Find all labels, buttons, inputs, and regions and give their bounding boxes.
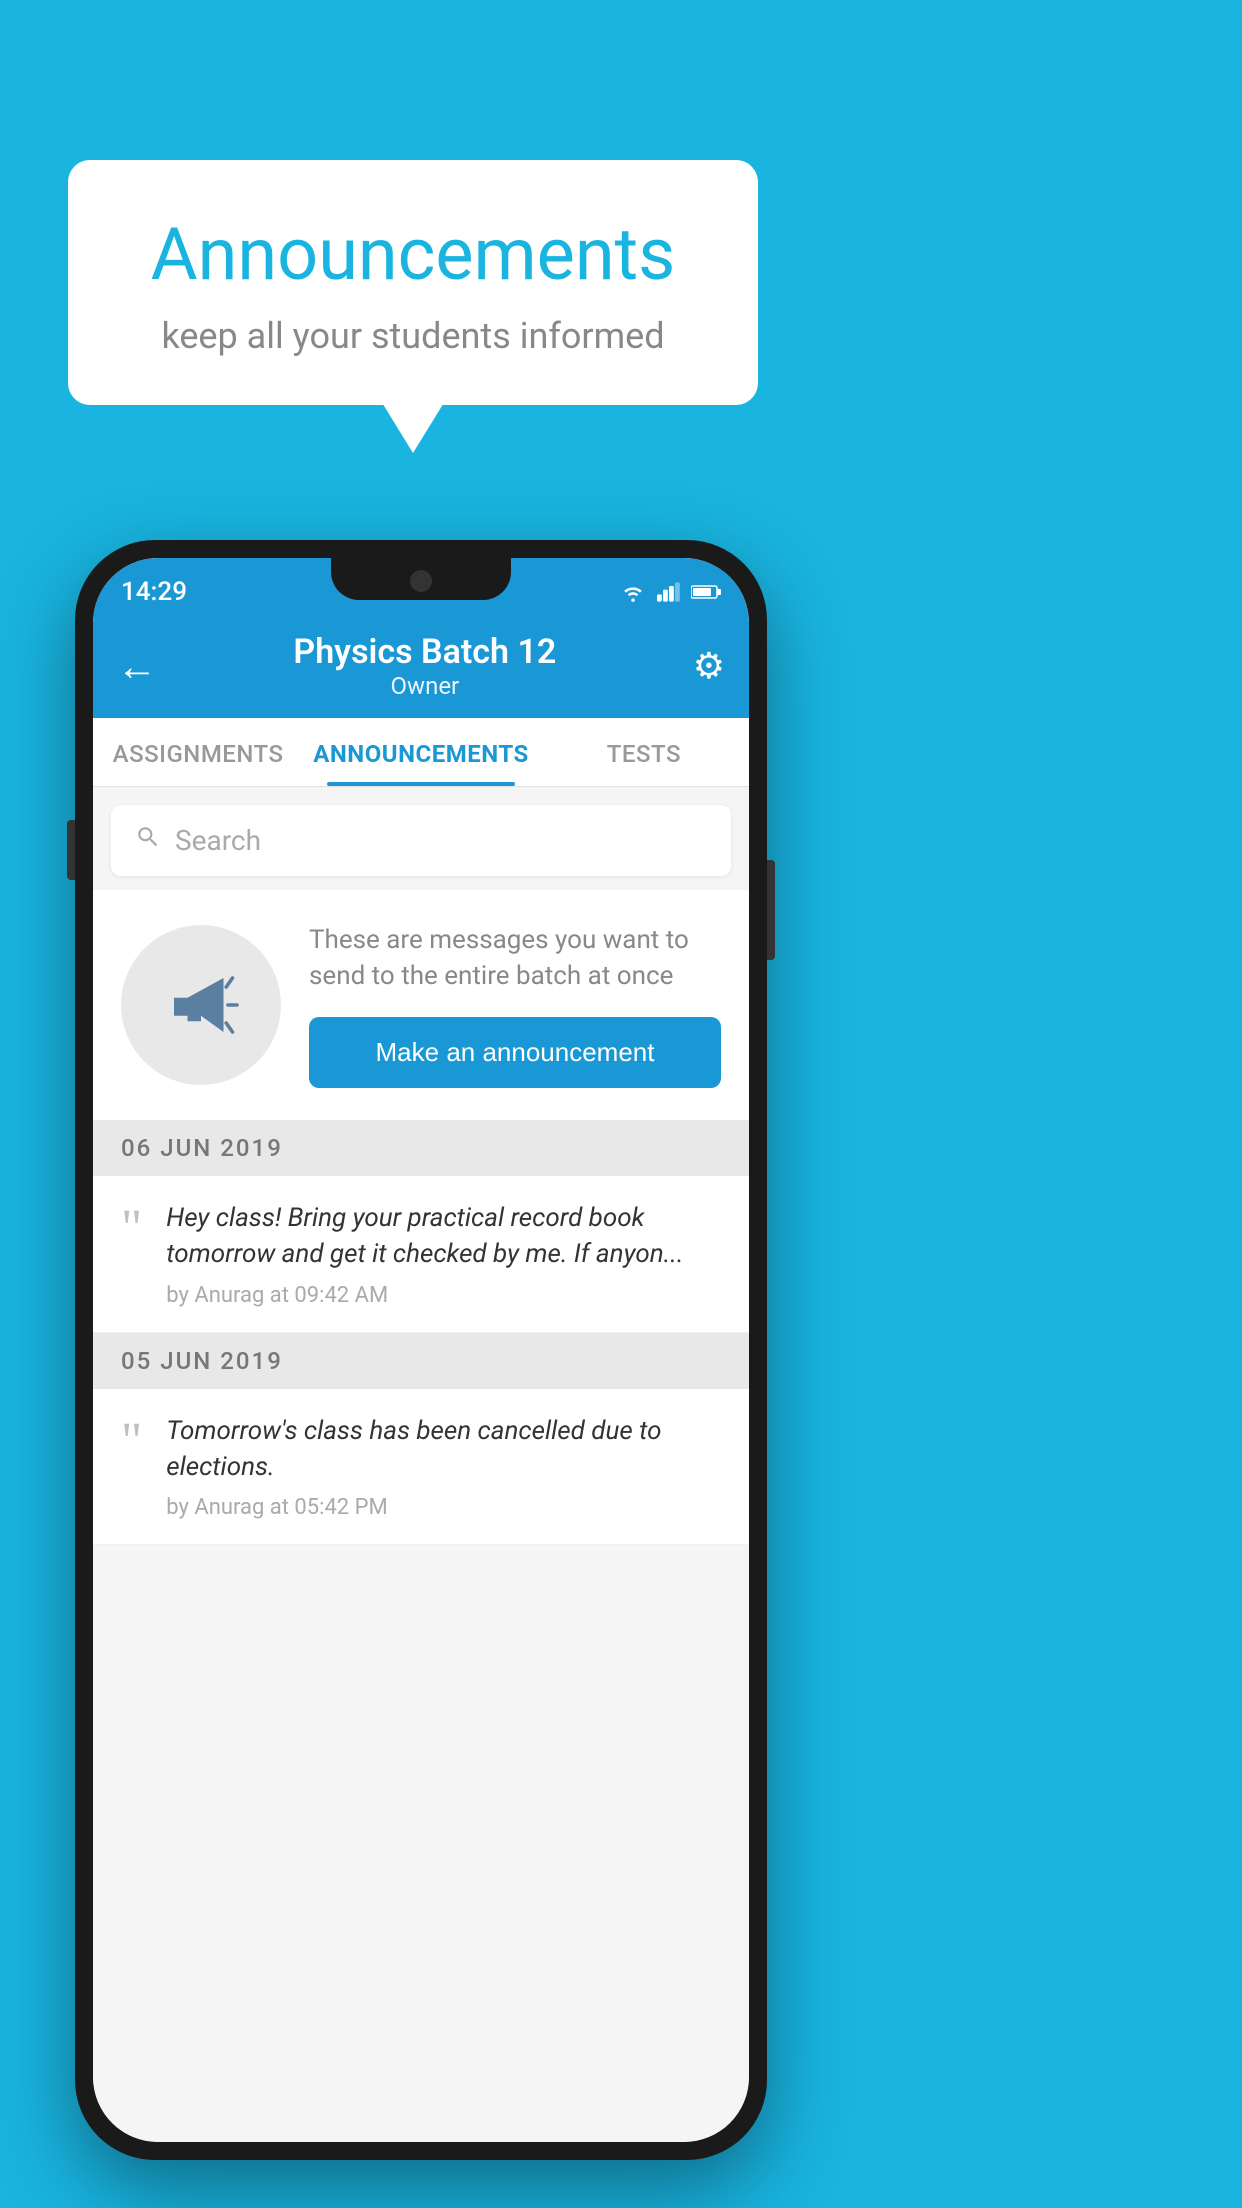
- announcement-meta-2: by Anurag at 05:42 PM: [166, 1495, 721, 1520]
- announcement-item-2[interactable]: " Tomorrow's class has been cancelled du…: [93, 1389, 749, 1546]
- speech-bubble-title: Announcements: [116, 212, 710, 297]
- phone-mockup: 14:29: [75, 540, 767, 2160]
- phone-camera: [410, 570, 432, 592]
- speech-bubble-wrapper: Announcements keep all your students inf…: [68, 160, 758, 405]
- announcement-icon-circle: [121, 925, 281, 1085]
- phone-notch: [331, 558, 511, 600]
- date-divider-1: 06 JUN 2019: [93, 1120, 749, 1176]
- announcement-meta-1: by Anurag at 09:42 AM: [166, 1283, 721, 1308]
- search-bar[interactable]: Search: [111, 805, 731, 876]
- phone-outer: 14:29: [75, 540, 767, 2160]
- empty-state-content: These are messages you want to send to t…: [309, 922, 721, 1088]
- app-header: ← Physics Batch 12 Owner ⚙: [93, 618, 749, 718]
- tab-announcements[interactable]: ANNOUNCEMENTS: [303, 718, 539, 786]
- phone-volume-button: [67, 820, 75, 880]
- quote-icon-2: ": [121, 1421, 142, 1463]
- tab-tests[interactable]: TESTS: [539, 718, 749, 786]
- quote-icon-1: ": [121, 1208, 142, 1250]
- date-divider-2: 05 JUN 2019: [93, 1333, 749, 1389]
- phone-screen: 14:29: [93, 558, 749, 2142]
- search-placeholder: Search: [175, 824, 261, 857]
- megaphone-icon: [156, 960, 246, 1050]
- signal-icon: [657, 581, 681, 603]
- status-time: 14:29: [121, 577, 187, 607]
- header-title-block: Physics Batch 12 Owner: [293, 632, 556, 700]
- announcement-message-2: Tomorrow's class has been cancelled due …: [166, 1413, 721, 1486]
- make-announcement-button[interactable]: Make an announcement: [309, 1017, 721, 1088]
- speech-bubble: Announcements keep all your students inf…: [68, 160, 758, 405]
- announcement-message-1: Hey class! Bring your practical record b…: [166, 1200, 721, 1273]
- settings-button[interactable]: ⚙: [693, 645, 725, 687]
- batch-title: Physics Batch 12: [293, 632, 556, 672]
- wifi-icon: [619, 581, 647, 603]
- announcement-text-2: Tomorrow's class has been cancelled due …: [166, 1413, 721, 1521]
- speech-bubble-subtitle: keep all your students informed: [116, 315, 710, 357]
- tab-bar: ASSIGNMENTS ANNOUNCEMENTS TESTS: [93, 718, 749, 787]
- announcement-item-1[interactable]: " Hey class! Bring your practical record…: [93, 1176, 749, 1333]
- tab-assignments[interactable]: ASSIGNMENTS: [93, 718, 303, 786]
- empty-state-description: These are messages you want to send to t…: [309, 922, 721, 995]
- status-icons: [619, 581, 721, 603]
- empty-state-card: These are messages you want to send to t…: [93, 890, 749, 1120]
- announcement-text-1: Hey class! Bring your practical record b…: [166, 1200, 721, 1308]
- batch-subtitle: Owner: [293, 672, 556, 700]
- battery-icon: [691, 581, 721, 603]
- search-icon: [135, 823, 161, 858]
- back-button[interactable]: ←: [117, 643, 157, 690]
- phone-power-button: [767, 860, 775, 960]
- content-area: Search These ar: [93, 787, 749, 2142]
